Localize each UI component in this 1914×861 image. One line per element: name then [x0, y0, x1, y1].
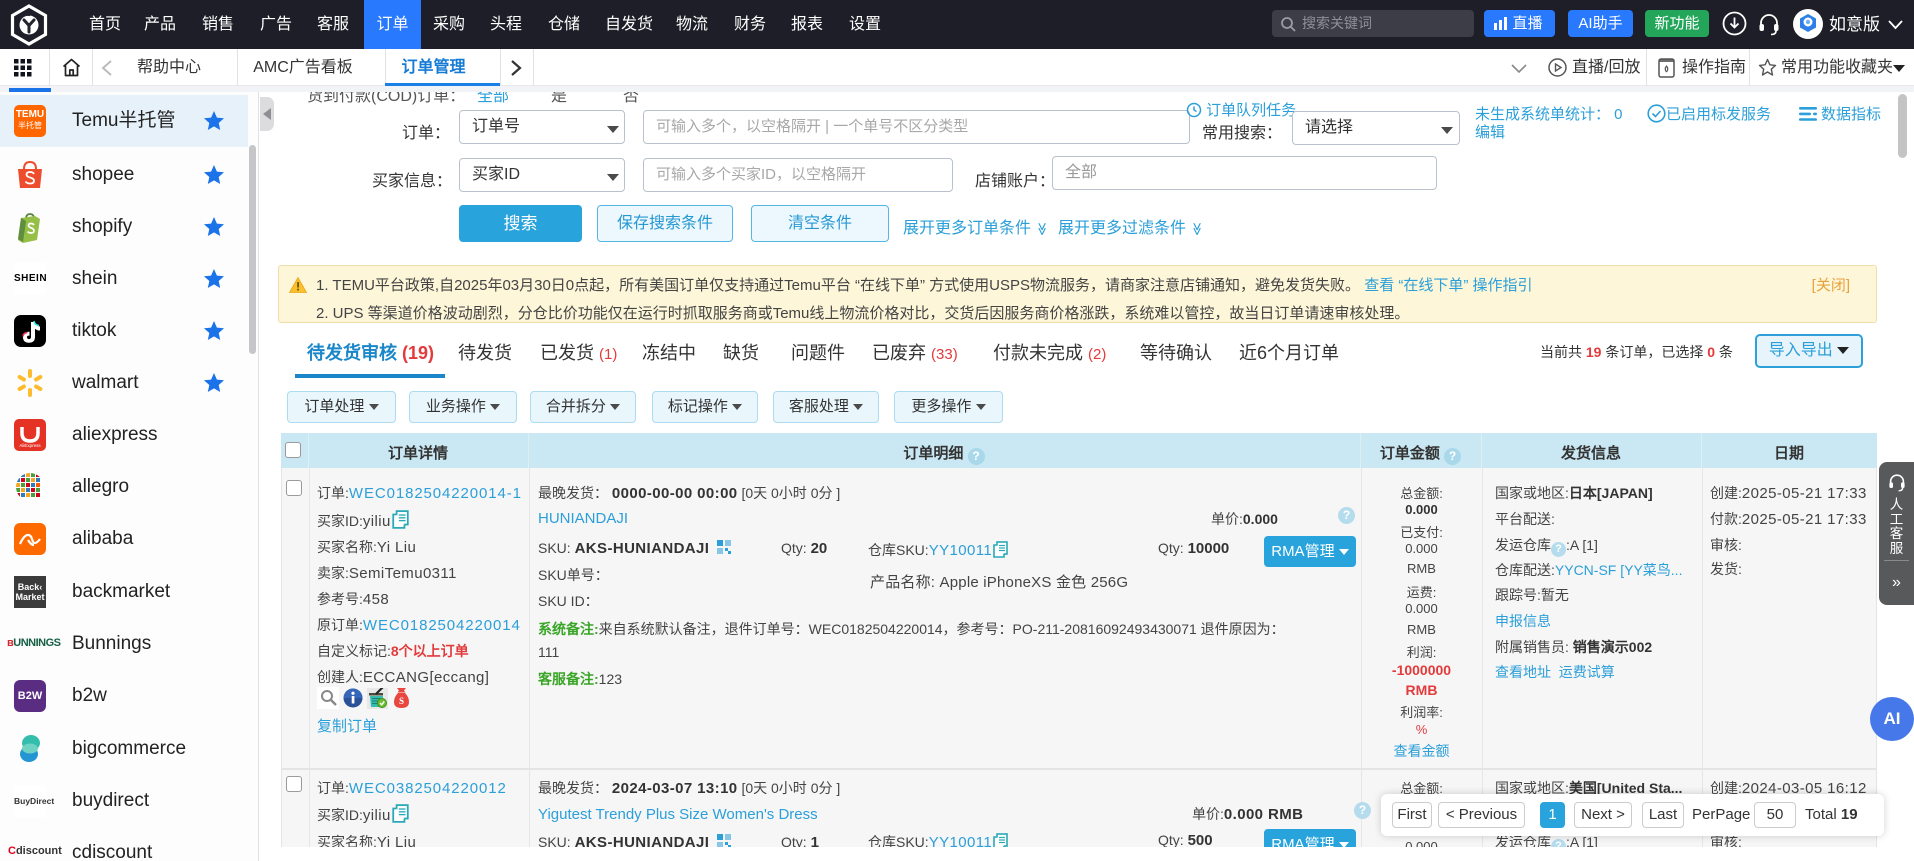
- svg-text:S: S: [399, 696, 404, 706]
- svg-text:AliExpress: AliExpress: [19, 443, 41, 448]
